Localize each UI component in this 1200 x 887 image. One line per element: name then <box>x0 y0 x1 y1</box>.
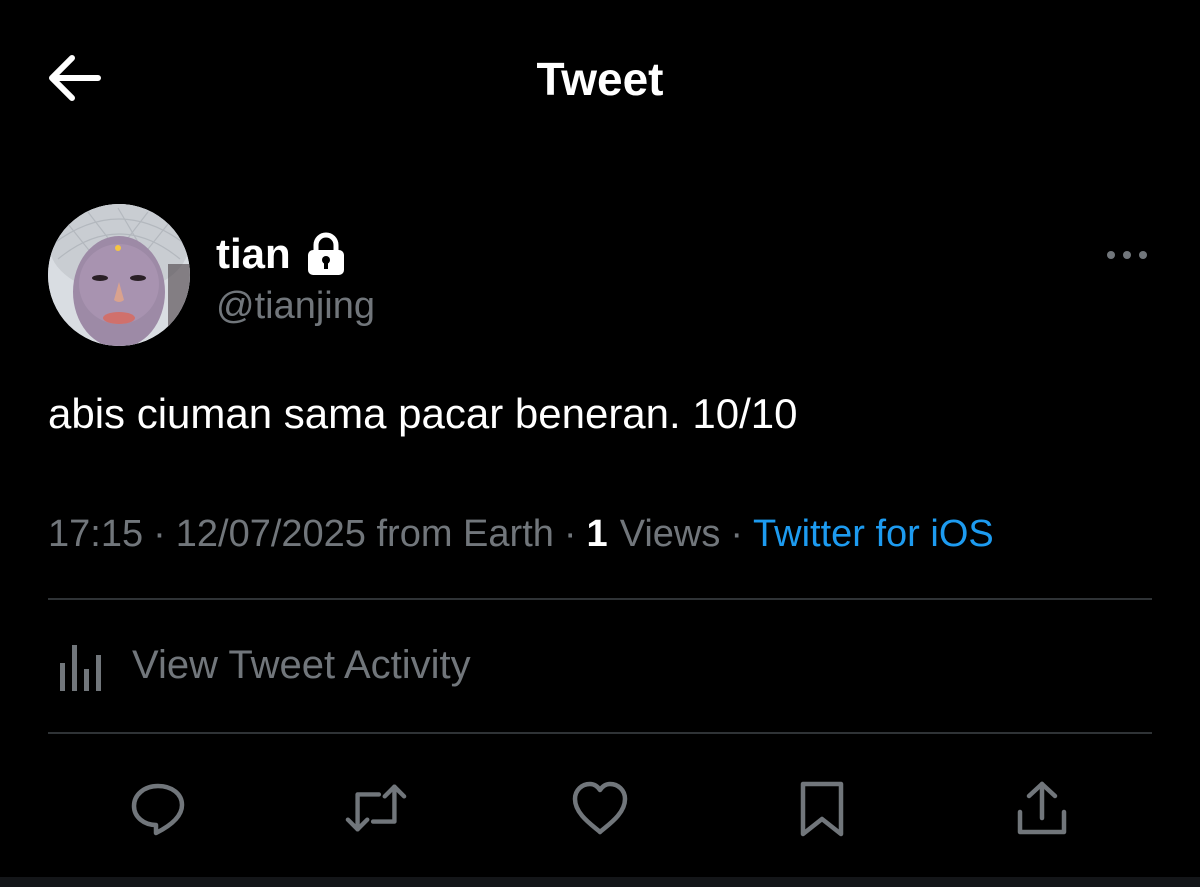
tweet-location: from Earth <box>376 513 554 555</box>
share-icon <box>1017 781 1067 835</box>
arrow-left-icon <box>49 55 101 101</box>
user-handle[interactable]: @tianjing <box>216 282 375 330</box>
tweet-author: tian @tianjing <box>48 204 1152 349</box>
tweet-date: 12/07/2025 <box>175 513 366 555</box>
ellipsis-icon <box>1107 251 1147 259</box>
top-bar: Tweet <box>0 0 1200 160</box>
bar-chart-icon <box>60 645 101 691</box>
retweet-icon <box>345 784 407 832</box>
page-title: Tweet <box>536 53 664 105</box>
bookmark-button[interactable] <box>790 776 854 840</box>
tweet-text: abis ciuman sama pacar beneran. 10/10 <box>48 390 798 437</box>
display-name-row: tian <box>216 228 347 280</box>
tweet-source-link[interactable]: Twitter for iOS <box>753 513 994 555</box>
bookmark-icon <box>800 781 844 837</box>
retweet-button[interactable] <box>344 776 408 840</box>
views-label: Views <box>619 513 721 555</box>
avatar-image <box>48 204 190 346</box>
back-button[interactable] <box>44 50 104 106</box>
separator: · <box>153 513 166 555</box>
divider <box>48 732 1152 734</box>
avatar[interactable] <box>48 204 190 346</box>
bottom-edge <box>0 877 1200 887</box>
display-name[interactable]: tian <box>216 228 291 280</box>
view-tweet-activity-label: View Tweet Activity <box>132 643 471 687</box>
like-button[interactable] <box>568 776 632 840</box>
speech-bubble-icon <box>131 783 185 836</box>
share-button[interactable] <box>1010 776 1074 840</box>
divider <box>48 598 1152 600</box>
tweet-detail-screen: Tweet tian @tianjing abis ciuman sama pa… <box>0 0 1200 887</box>
reply-button[interactable] <box>126 776 190 840</box>
heart-icon <box>572 781 628 835</box>
separator: · <box>563 513 577 555</box>
tweet-time: 17:15 <box>48 513 144 555</box>
views-count: 1 <box>586 513 608 555</box>
view-tweet-activity-button[interactable]: View Tweet Activity <box>48 630 471 700</box>
tweet-meta: 17:15 · 12/07/2025 from Earth · 1 Views · Twitt… <box>48 510 994 558</box>
lock-icon <box>307 232 344 275</box>
separator: · <box>730 513 744 555</box>
more-options-button[interactable] <box>1102 240 1152 270</box>
